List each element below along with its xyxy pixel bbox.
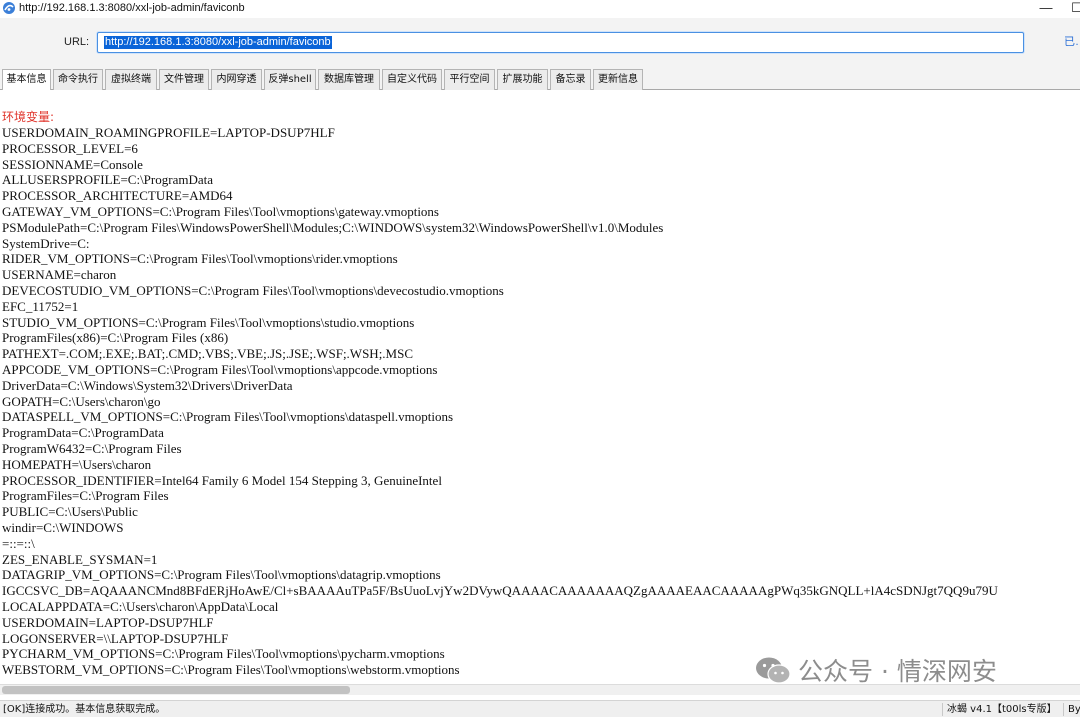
env-var-line: LOGONSERVER=\\LAPTOP-DSUP7HLF [2, 630, 229, 646]
app-icon [3, 2, 15, 14]
env-var-line: LOCALAPPDATA=C:\Users\charon\AppData\Loc… [2, 598, 279, 614]
window-title: http://192.168.1.3:8080/xxl-job-admin/fa… [19, 2, 245, 14]
env-var-line: DATASPELL_VM_OPTIONS=C:\Program Files\To… [2, 409, 454, 425]
env-var-line: RIDER_VM_OPTIONS=C:\Program Files\Tool\v… [2, 251, 398, 267]
env-vars-header: 环境变量: [2, 110, 55, 124]
url-toolbar: URL: http://192.168.1.3:8080/xxl-job-adm… [0, 18, 1080, 68]
env-var-line: GOPATH=C:\Users\charon\go [2, 393, 161, 409]
tab-extensions[interactable]: 扩展功能 [497, 69, 548, 90]
minimize-button[interactable]: — [1031, 0, 1061, 18]
env-var-line: PSModulePath=C:\Program Files\WindowsPow… [2, 219, 664, 235]
watermark-text: 公众号 · 情深网安 [798, 657, 997, 686]
horizontal-scrollbar[interactable] [0, 684, 1080, 695]
tab-reverse-shell[interactable]: 反弹shell [264, 69, 316, 90]
tab-intranet-tunnel[interactable]: 内网穿透 [211, 69, 262, 90]
env-var-line: SystemDrive=C: [2, 235, 90, 251]
env-var-line: USERDOMAIN_ROAMINGPROFILE=LAPTOP-DSUP7HL… [2, 125, 335, 140]
env-var-line: APPCODE_VM_OPTIONS=C:\Program Files\Tool… [2, 361, 438, 377]
status-message: [OK]连接成功。基本信息获取完成。 [3, 704, 166, 715]
basic-info-panel[interactable]: 环境变量: USERDOMAIN_ROAMINGPROFILE=LAPTOP-D… [0, 90, 1080, 684]
env-var-line: IGCCSVC_DB=AQAAANCMnd8BFdERjHoAwE/Cl+sBA… [2, 583, 998, 599]
connection-status-text: 已… [1064, 36, 1080, 48]
env-vars-list[interactable]: USERDOMAIN_ROAMINGPROFILE=LAPTOP-DSUP7HL… [2, 125, 1080, 678]
env-var-line: PATHEXT=.COM;.EXE;.BAT;.CMD;.VBS;.VBE;.J… [2, 346, 414, 362]
env-var-line: DATAGRIP_VM_OPTIONS=C:\Program Files\Too… [2, 567, 441, 583]
version-label: 冰蝎 v4.1【t00ls专版】 [947, 704, 1057, 715]
env-var-line: ProgramData=C:\ProgramData [2, 425, 164, 441]
tab-basic-info[interactable]: 基本信息 [2, 69, 51, 91]
env-var-line: ALLUSERSPROFILE=C:\ProgramData [2, 172, 213, 188]
window-titlebar: http://192.168.1.3:8080/xxl-job-admin/fa… [0, 0, 1080, 18]
tab-parallel-space[interactable]: 平行空间 [444, 69, 495, 90]
env-var-line: STUDIO_VM_OPTIONS=C:\Program Files\Tool\… [2, 314, 415, 330]
env-var-line: SESSIONNAME=Console [2, 156, 143, 172]
status-divider [1063, 703, 1064, 716]
env-var-line: ProgramFiles(x86)=C:\Program Files (x86) [2, 330, 229, 346]
env-var-line: DriverData=C:\Windows\System32\Drivers\D… [2, 377, 293, 393]
env-var-line: PUBLIC=C:\Users\Public [2, 504, 138, 520]
env-var-line: PROCESSOR_LEVEL=6 [2, 140, 138, 156]
url-label: URL: [64, 36, 90, 48]
env-var-line: PROCESSOR_ARCHITECTURE=AMD64 [2, 188, 233, 204]
tab-bar: 基本信息 命令执行 虚拟终端 文件管理 内网穿透 反弹shell 数据库管理 自… [0, 68, 1080, 91]
url-input[interactable]: http://192.168.1.3:8080/xxl-job-admin/fa… [97, 32, 1024, 53]
tab-command-exec[interactable]: 命令执行 [53, 69, 103, 90]
env-var-line: ZES_ENABLE_SYSMAN=1 [2, 551, 158, 567]
env-var-line: ProgramW6432=C:\Program Files [2, 440, 182, 456]
tab-virtual-terminal[interactable]: 虚拟终端 [105, 69, 157, 90]
tab-update-info[interactable]: 更新信息 [593, 69, 643, 90]
env-var-line: USERNAME=charon [2, 267, 117, 283]
env-var-line: ProgramFiles=C:\Program Files [2, 488, 169, 504]
tab-database-manager[interactable]: 数据库管理 [318, 69, 380, 90]
env-var-line: windir=C:\WINDOWS [2, 519, 124, 535]
tab-memo[interactable]: 备忘录 [550, 69, 591, 90]
env-var-line: USERDOMAIN=LAPTOP-DSUP7HLF [2, 614, 214, 630]
env-var-line: PROCESSOR_IDENTIFIER=Intel64 Family 6 Mo… [2, 472, 442, 488]
tab-file-manager[interactable]: 文件管理 [159, 69, 209, 90]
env-var-line: GATEWAY_VM_OPTIONS=C:\Program Files\Tool… [2, 203, 439, 219]
author-label: By [1068, 704, 1080, 715]
maximize-button[interactable]: ☐ [1062, 0, 1080, 18]
status-divider [942, 703, 943, 716]
status-bar: [OK]连接成功。基本信息获取完成。 冰蝎 v4.1【t00ls专版】 By [0, 700, 1080, 717]
tab-custom-code[interactable]: 自定义代码 [382, 69, 442, 90]
env-var-line: HOMEPATH=\Users\charon [2, 456, 152, 472]
env-var-line: =::=::\ [2, 535, 35, 551]
env-var-line: EFC_11752=1 [2, 298, 79, 314]
scrollbar-thumb[interactable] [2, 686, 350, 694]
env-var-line: DEVECOSTUDIO_VM_OPTIONS=C:\Program Files… [2, 282, 504, 298]
url-value[interactable]: http://192.168.1.3:8080/xxl-job-admin/fa… [104, 36, 332, 49]
wechat-icon [756, 657, 791, 684]
